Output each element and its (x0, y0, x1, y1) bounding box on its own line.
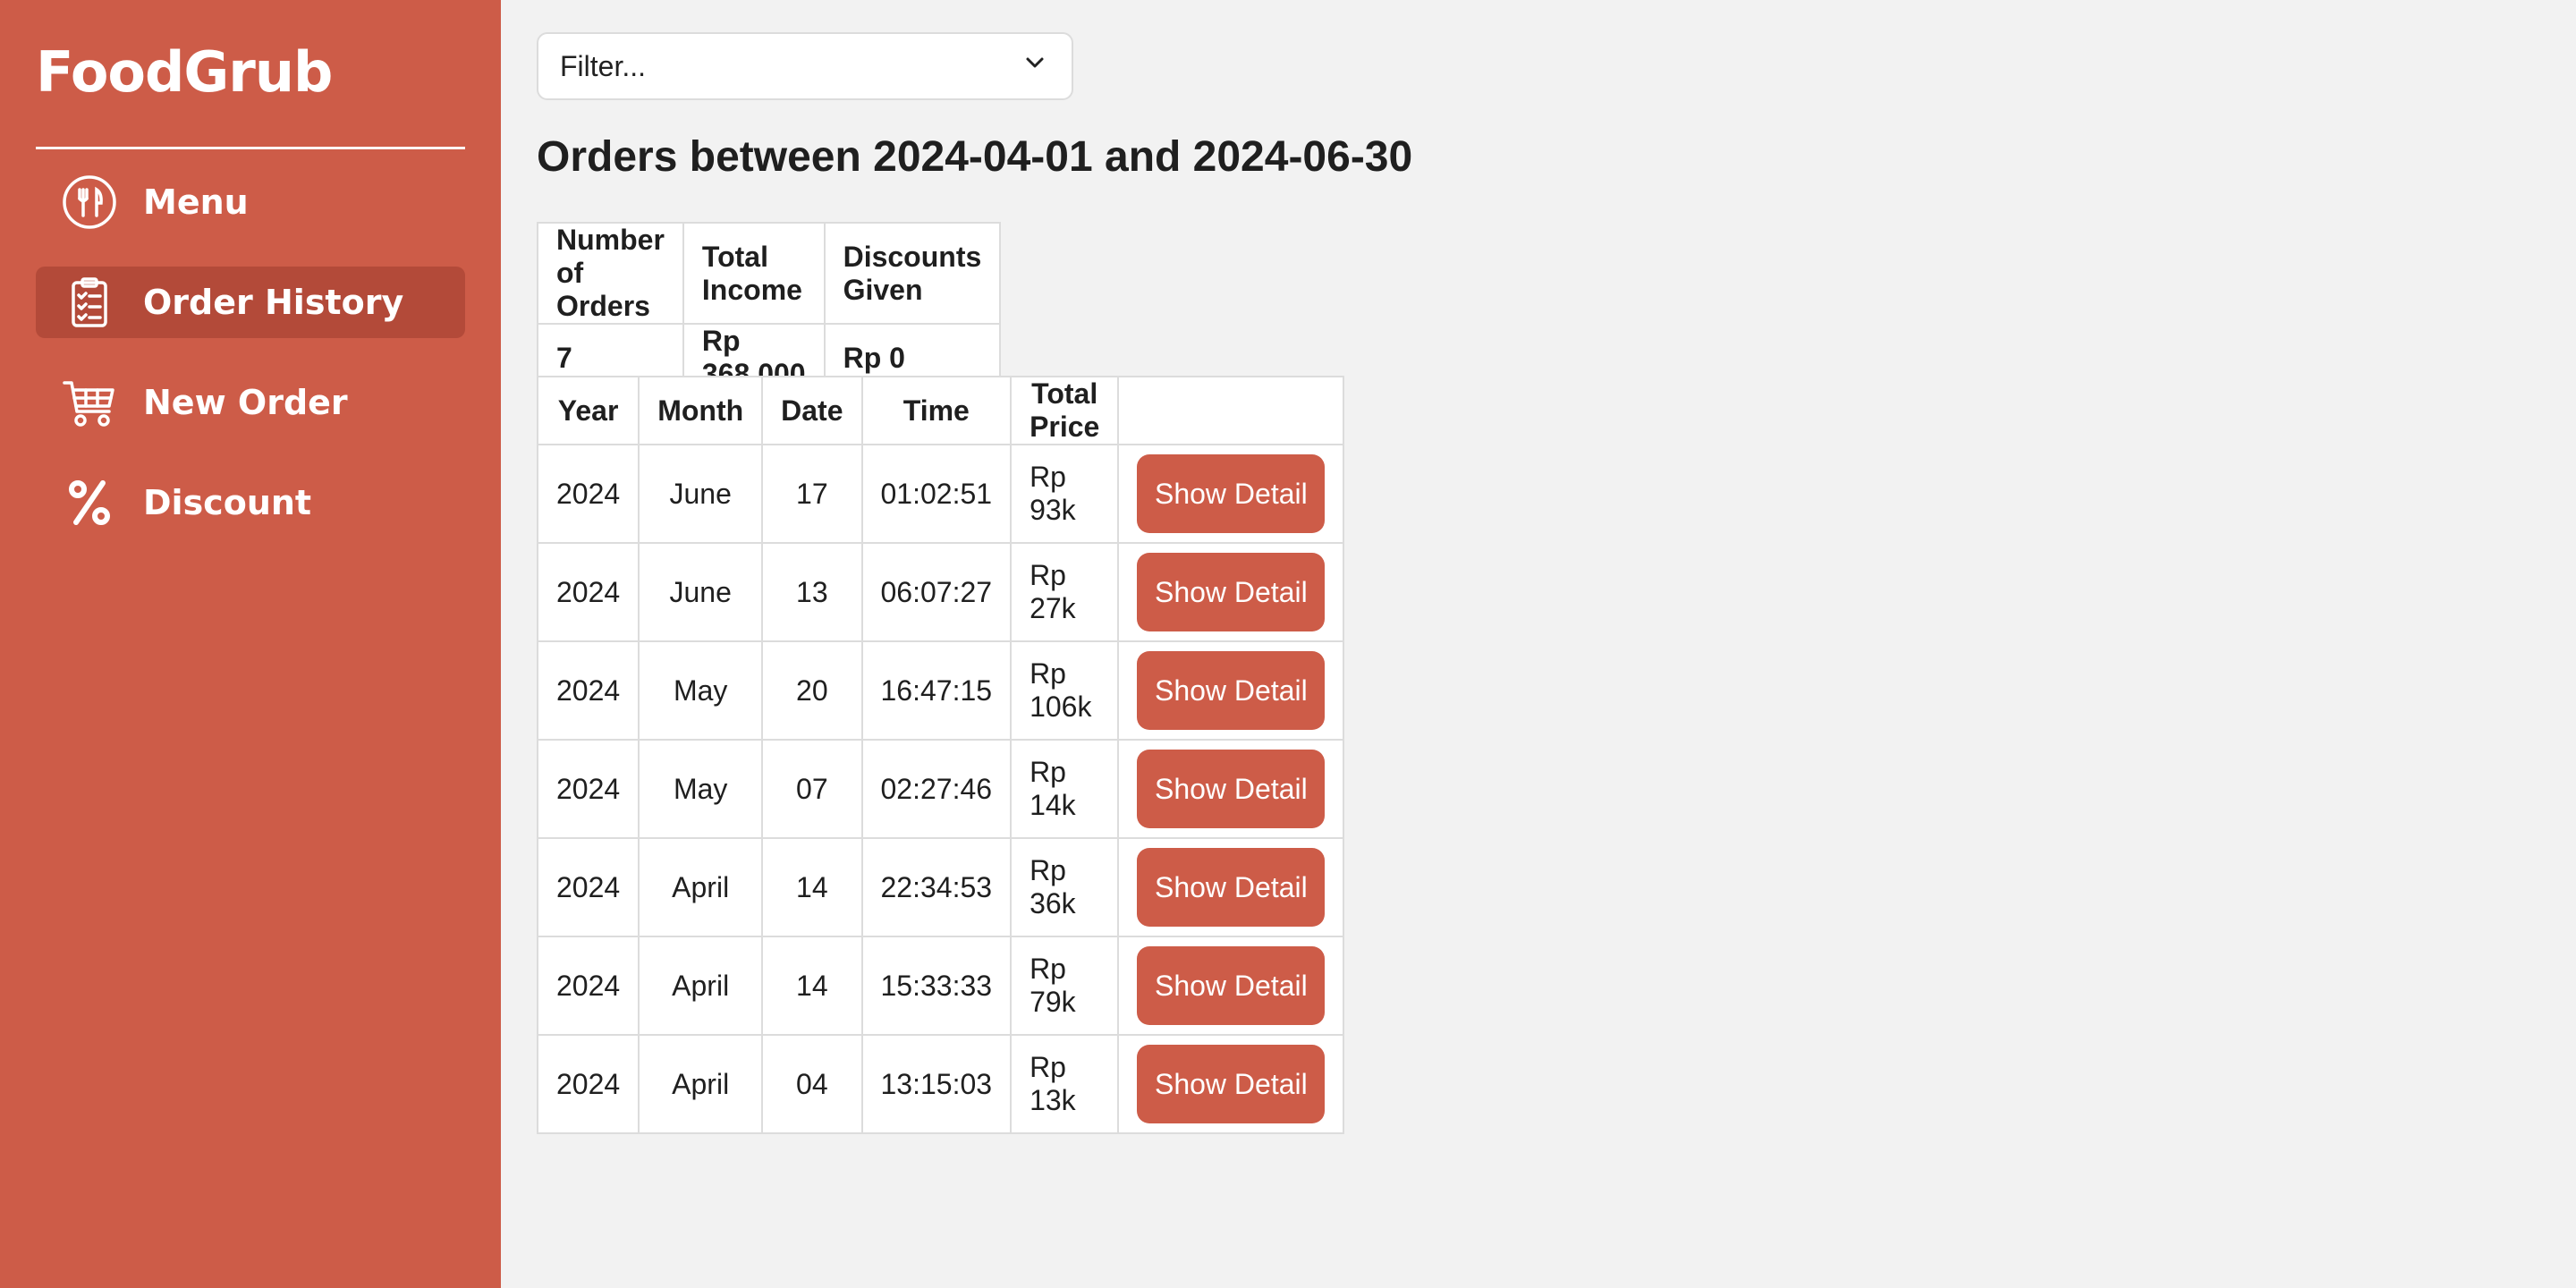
cell-action: Show Detail (1117, 837, 1345, 937)
cell-time: 13:15:03 (860, 1034, 1013, 1134)
column-header-year: Year (536, 376, 640, 445)
cell-date: 07 (761, 739, 863, 839)
column-header-actions (1117, 376, 1345, 445)
cell-time: 06:07:27 (860, 542, 1013, 642)
sidebar-item-label: New Order (143, 383, 348, 422)
cell-total-price: Rp 106k (1010, 640, 1120, 741)
cell-time: 15:33:33 (860, 936, 1013, 1036)
cell-total-price: Rp 27k (1010, 542, 1120, 642)
cell-month: April (638, 936, 764, 1036)
show-detail-button[interactable]: Show Detail (1137, 848, 1326, 927)
table-row: 2024 April 14 22:34:53 Rp 36k Show Detai… (536, 837, 1345, 937)
table-row: 2024 May 20 16:47:15 Rp 106k Show Detail (536, 640, 1345, 741)
summary-header-row: Number of Orders Total Income Discounts … (537, 222, 1002, 325)
chevron-down-icon (1020, 47, 1050, 85)
table-row: 2024 April 14 15:33:33 Rp 79k Show Detai… (536, 936, 1345, 1036)
filter-value: Filter... (560, 49, 647, 82)
orders-header-row: Year Month Date Time Total Price (536, 376, 1345, 445)
sidebar-item-label: Menu (143, 182, 249, 222)
cell-time: 01:02:51 (860, 444, 1013, 544)
cell-action: Show Detail (1117, 542, 1345, 642)
cell-year: 2024 (536, 1034, 640, 1134)
cell-time: 22:34:53 (860, 837, 1013, 937)
sidebar-item-order-history[interactable]: Order History (36, 267, 465, 338)
sidebar-item-discount[interactable]: Discount (36, 467, 465, 538)
cell-action: Show Detail (1117, 1034, 1345, 1134)
orders-table: Year Month Date Time Total Price 2024 Ju… (536, 376, 1345, 1134)
cell-total-price: Rp 79k (1010, 936, 1120, 1036)
cell-year: 2024 (536, 542, 640, 642)
brand-logo[interactable]: FoodGrub (36, 39, 333, 105)
cell-month: June (638, 444, 764, 544)
show-detail-button[interactable]: Show Detail (1137, 946, 1326, 1025)
show-detail-button[interactable]: Show Detail (1137, 454, 1326, 533)
summary-header-discounts: Discounts Given (823, 222, 1002, 325)
show-detail-button[interactable]: Show Detail (1137, 750, 1326, 828)
table-row: 2024 April 04 13:15:03 Rp 13k Show Detai… (536, 1034, 1345, 1134)
cell-date: 14 (761, 837, 863, 937)
summary-header-orders: Number of Orders (537, 222, 684, 325)
cell-action: Show Detail (1117, 640, 1345, 741)
cell-year: 2024 (536, 640, 640, 741)
sidebar-divider (36, 147, 465, 149)
orders-body: 2024 June 17 01:02:51 Rp 93k Show Detail… (536, 444, 1345, 1134)
cell-date: 14 (761, 936, 863, 1036)
sidebar-item-label: Order History (143, 283, 404, 322)
table-row: 2024 June 17 01:02:51 Rp 93k Show Detail (536, 444, 1345, 544)
summary-table: Number of Orders Total Income Discounts … (537, 222, 1002, 393)
cell-time: 16:47:15 (860, 640, 1013, 741)
clipboard-list-icon (36, 267, 143, 338)
show-detail-button[interactable]: Show Detail (1137, 553, 1326, 631)
cell-month: June (638, 542, 764, 642)
cell-total-price: Rp 93k (1010, 444, 1120, 544)
show-detail-button[interactable]: Show Detail (1137, 651, 1326, 730)
cell-year: 2024 (536, 936, 640, 1036)
cell-month: May (638, 739, 764, 839)
column-header-time: Time (860, 376, 1013, 445)
cell-action: Show Detail (1117, 739, 1345, 839)
cell-date: 13 (761, 542, 863, 642)
table-row: 2024 June 13 06:07:27 Rp 27k Show Detail (536, 542, 1345, 642)
table-row: 2024 May 07 02:27:46 Rp 14k Show Detail (536, 739, 1345, 839)
column-header-month: Month (638, 376, 764, 445)
page-title: Orders between 2024-04-01 and 2024-06-30 (537, 133, 1413, 181)
cell-month: May (638, 640, 764, 741)
cart-icon (36, 367, 143, 438)
sidebar-item-new-order[interactable]: New Order (36, 367, 465, 438)
filter-select[interactable]: Filter... (537, 32, 1073, 100)
show-detail-button[interactable]: Show Detail (1137, 1045, 1326, 1123)
cell-action: Show Detail (1117, 444, 1345, 544)
summary-header-income: Total Income (682, 222, 826, 325)
cell-year: 2024 (536, 444, 640, 544)
cell-month: April (638, 1034, 764, 1134)
cell-date: 04 (761, 1034, 863, 1134)
sidebar-item-menu[interactable]: Menu (36, 166, 465, 238)
sidebar-nav: Menu Order History New Order Discount (36, 166, 465, 567)
cell-total-price: Rp 14k (1010, 739, 1120, 839)
percent-icon (36, 467, 143, 538)
column-header-total-price: Total Price (1010, 376, 1120, 445)
cell-year: 2024 (536, 739, 640, 839)
cell-total-price: Rp 13k (1010, 1034, 1120, 1134)
sidebar-item-label: Discount (143, 483, 312, 522)
cell-time: 02:27:46 (860, 739, 1013, 839)
cell-total-price: Rp 36k (1010, 837, 1120, 937)
cell-date: 20 (761, 640, 863, 741)
column-header-date: Date (761, 376, 863, 445)
cell-date: 17 (761, 444, 863, 544)
cell-action: Show Detail (1117, 936, 1345, 1036)
cell-year: 2024 (536, 837, 640, 937)
sidebar: FoodGrub Menu Order History New Order Di… (0, 0, 501, 1288)
fork-knife-icon (36, 166, 143, 238)
cell-month: April (638, 837, 764, 937)
